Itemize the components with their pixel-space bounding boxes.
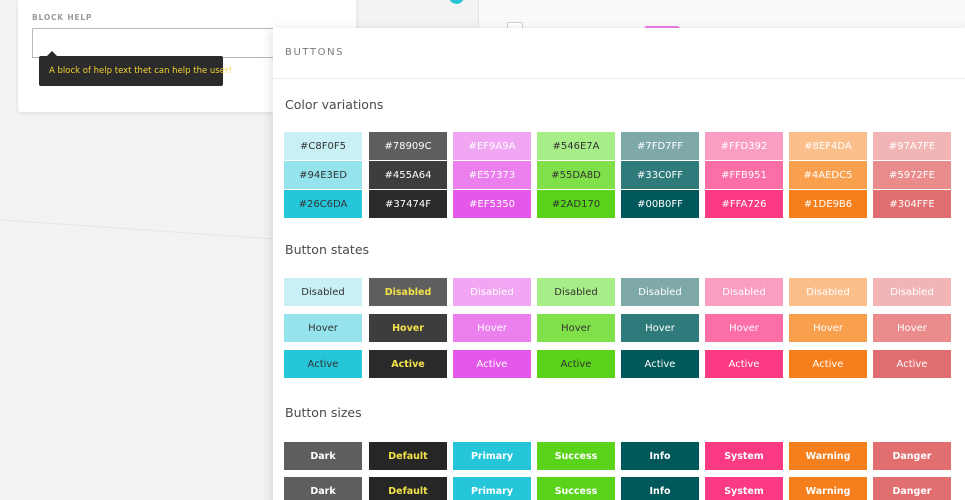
size-button[interactable]: Default <box>369 477 447 500</box>
state-button[interactable]: Disabled <box>369 278 447 306</box>
size-button[interactable]: System <box>705 477 783 500</box>
state-button[interactable]: Hover <box>789 314 867 342</box>
color-swatch[interactable]: #E57373 <box>453 161 531 189</box>
color-swatch[interactable]: #EF9A9A <box>453 132 531 160</box>
size-button[interactable]: Success <box>537 442 615 470</box>
state-button[interactable]: Disabled <box>621 278 699 306</box>
color-swatch[interactable]: #455A64 <box>369 161 447 189</box>
color-swatch[interactable]: #FFA726 <box>705 190 783 218</box>
buttons-panel: BUTTONS Color variations #C8F0F5 #78909C #… <box>273 28 965 500</box>
panel-title: BUTTONS <box>285 47 345 58</box>
state-button[interactable]: Active <box>621 350 699 378</box>
size-button[interactable]: Primary <box>453 477 531 500</box>
state-button[interactable]: Active <box>705 350 783 378</box>
size-button[interactable]: System <box>705 442 783 470</box>
color-swatch[interactable]: #FFB951 <box>705 161 783 189</box>
state-button[interactable]: Disabled <box>284 278 362 306</box>
size-button[interactable]: Warning <box>789 442 867 470</box>
size-button[interactable]: Danger <box>873 477 951 500</box>
state-button[interactable]: Hover <box>537 314 615 342</box>
color-swatch[interactable]: #8EF4DA <box>789 132 867 160</box>
state-button[interactable]: Hover <box>705 314 783 342</box>
color-swatch[interactable]: #26C6DA <box>284 190 362 218</box>
state-button[interactable]: Active <box>873 350 951 378</box>
size-button[interactable]: Default <box>369 442 447 470</box>
color-swatch[interactable]: #33C0FF <box>621 161 699 189</box>
state-button[interactable]: Disabled <box>453 278 531 306</box>
color-swatch[interactable]: #55DA8D <box>537 161 615 189</box>
size-button[interactable]: Dark <box>284 477 362 500</box>
state-button[interactable]: Hover <box>873 314 951 342</box>
size-button[interactable]: Danger <box>873 442 951 470</box>
color-swatch[interactable]: #FFD392 <box>705 132 783 160</box>
state-button[interactable]: Disabled <box>705 278 783 306</box>
panel-divider <box>273 78 965 79</box>
state-button[interactable]: Hover <box>284 314 362 342</box>
color-swatch[interactable]: #EF5350 <box>453 190 531 218</box>
size-button[interactable]: Info <box>621 477 699 500</box>
help-tooltip: A block of help text thet can help the u… <box>39 51 232 86</box>
color-swatch[interactable]: #546E7A <box>537 132 615 160</box>
state-button[interactable]: Active <box>284 350 362 378</box>
color-swatch[interactable]: #2AD170 <box>537 190 615 218</box>
color-swatch[interactable]: #304FFE <box>873 190 951 218</box>
color-swatch[interactable]: #1DE9B6 <box>789 190 867 218</box>
color-swatch[interactable]: #97A7FE <box>873 132 951 160</box>
state-button[interactable]: Active <box>369 350 447 378</box>
section-color-variations: Color variations <box>285 97 384 112</box>
color-swatch[interactable]: #78909C <box>369 132 447 160</box>
color-swatch[interactable]: #37474F <box>369 190 447 218</box>
state-button[interactable]: Hover <box>453 314 531 342</box>
color-swatch[interactable]: #94E3ED <box>284 161 362 189</box>
state-button[interactable]: Disabled <box>873 278 951 306</box>
state-button[interactable]: Active <box>453 350 531 378</box>
state-button[interactable]: Active <box>537 350 615 378</box>
section-button-states: Button states <box>285 242 370 257</box>
state-button[interactable]: Disabled <box>789 278 867 306</box>
size-button[interactable]: Success <box>537 477 615 500</box>
size-button[interactable]: Dark <box>284 442 362 470</box>
size-button[interactable]: Primary <box>453 442 531 470</box>
state-button[interactable]: Disabled <box>537 278 615 306</box>
state-button[interactable]: Hover <box>621 314 699 342</box>
color-swatch[interactable]: #7FD7FF <box>621 132 699 160</box>
color-swatch[interactable]: #4AEDC5 <box>789 161 867 189</box>
color-swatch[interactable]: #00B0FF <box>621 190 699 218</box>
teal-indicator <box>449 0 464 4</box>
size-button[interactable]: Info <box>621 442 699 470</box>
state-button[interactable]: Hover <box>369 314 447 342</box>
block-help-label: BLOCK HELP <box>32 13 93 22</box>
color-swatch[interactable]: #5972FE <box>873 161 951 189</box>
size-button[interactable]: Warning <box>789 477 867 500</box>
color-swatch[interactable]: #C8F0F5 <box>284 132 362 160</box>
state-button[interactable]: Active <box>789 350 867 378</box>
section-button-sizes: Button sizes <box>285 405 362 420</box>
